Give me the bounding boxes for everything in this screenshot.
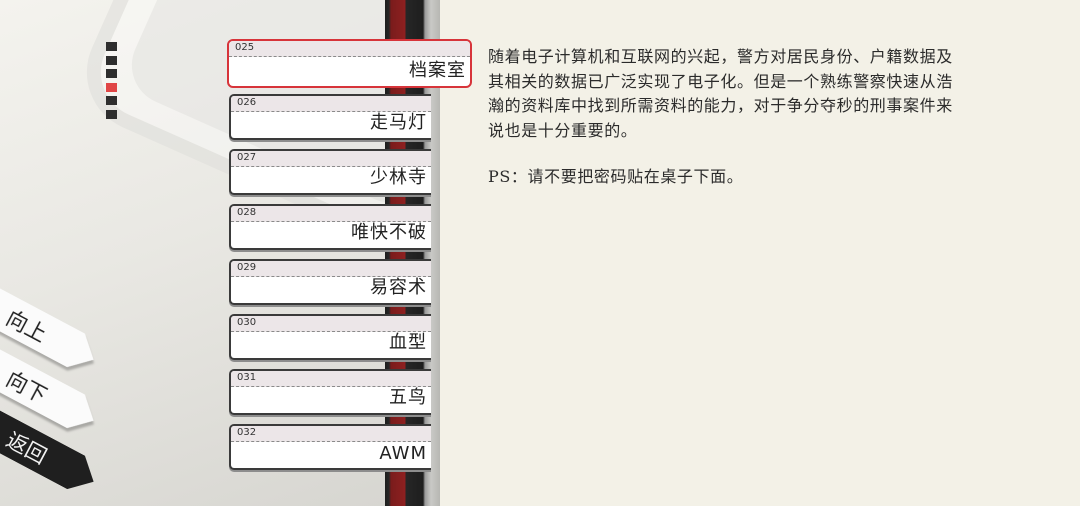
page-dot-active[interactable] (106, 82, 117, 92)
level-card-027[interactable]: 027 少林寺 (229, 149, 431, 195)
page-dot[interactable] (106, 96, 117, 106)
level-title: AWM (379, 443, 427, 464)
level-number: 027 (237, 152, 257, 163)
level-number-band: 025 (229, 41, 470, 57)
level-number: 026 (237, 97, 257, 108)
description-ps: PS：请不要把密码贴在桌子下面。 (488, 167, 744, 186)
page-dot[interactable] (106, 55, 117, 65)
level-title: 档案室 (409, 60, 466, 81)
page-dot[interactable] (106, 69, 117, 79)
level-number: 030 (237, 317, 257, 328)
level-title: 少林寺 (370, 167, 427, 188)
page-dot[interactable] (106, 109, 117, 119)
level-card-031[interactable]: 031 五鸟 (229, 369, 431, 415)
page-dot[interactable] (106, 42, 117, 51)
level-title: 易容术 (370, 277, 427, 298)
level-card-026[interactable]: 026 走马灯 (229, 94, 431, 140)
level-number-band: 032 (231, 426, 431, 442)
page-indicator (106, 42, 118, 124)
level-number: 031 (237, 372, 257, 383)
description-body: 随着电子计算机和互联网的兴起，警方对居民身份、户籍数据及其相关的数据已广泛实现了… (488, 47, 953, 140)
level-number: 025 (235, 42, 255, 53)
level-select-screen: 025 档案室 026 走马灯 027 少林寺 028 唯快不破 029 易容术 030 血型 031 五… (0, 0, 1080, 506)
level-title: 血型 (389, 332, 427, 353)
level-number: 032 (237, 427, 257, 438)
level-card-032[interactable]: 032 AWM (229, 424, 431, 470)
level-title: 走马灯 (370, 112, 427, 133)
level-title: 五鸟 (389, 387, 427, 408)
level-number: 028 (237, 207, 257, 218)
level-title: 唯快不破 (351, 222, 427, 243)
level-card-030[interactable]: 030 血型 (229, 314, 431, 360)
level-card-029[interactable]: 029 易容术 (229, 259, 431, 305)
level-number: 029 (237, 262, 257, 273)
level-card-025[interactable]: 025 档案室 (227, 39, 472, 88)
level-card-028[interactable]: 028 唯快不破 (229, 204, 431, 250)
level-description: 随着电子计算机和互联网的兴起，警方对居民身份、户籍数据及其相关的数据已广泛实现了… (488, 45, 958, 190)
